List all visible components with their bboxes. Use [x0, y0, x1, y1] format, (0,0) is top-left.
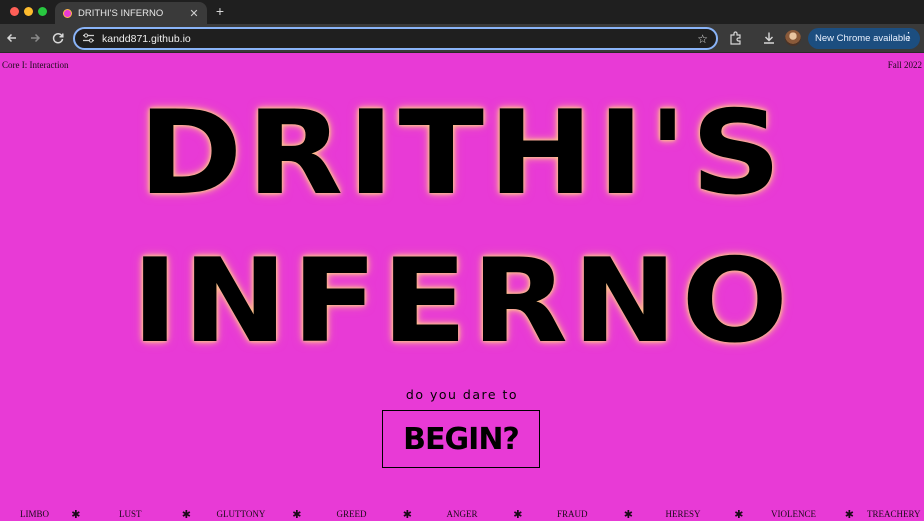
puzzle-icon [730, 31, 741, 45]
circle-link-violence[interactable]: VIOLENCE [771, 509, 816, 519]
separator-star-icon: ✱ [402, 509, 412, 521]
url-text[interactable]: kandd871.github.io [102, 33, 697, 45]
back-button[interactable] [4, 30, 20, 46]
reload-icon [52, 33, 64, 44]
arrow-right-icon [31, 33, 41, 43]
separator-star-icon: ✱ [844, 509, 854, 521]
course-label: Core I: Interaction [2, 60, 69, 70]
close-window-button[interactable] [10, 7, 19, 16]
circle-link-limbo[interactable]: LIMBO [20, 509, 49, 519]
tab-title: DRITHI'S INFERNO [78, 7, 164, 19]
circle-link-heresy[interactable]: HERESY [666, 509, 701, 519]
circle-link-fraud[interactable]: FRAUD [557, 509, 588, 519]
circle-link-anger[interactable]: ANGER [447, 509, 478, 519]
chrome-update-label: New Chrome available [815, 33, 911, 44]
separator-star-icon: ✱ [181, 509, 191, 521]
circles-nav: LIMBO ✱ LUST ✱ GLUTTONY ✱ GREED ✱ ANGER ✱ FRAUD ✱ HE… [0, 509, 924, 521]
separator-star-icon: ✱ [292, 509, 302, 521]
browser-tab[interactable]: DRITHI'S INFERNO ✕ [55, 2, 207, 24]
tune-icon[interactable] [83, 32, 94, 45]
page-content: Core I: Interaction Fall 2022 DRITHI'S I… [0, 54, 924, 521]
circle-link-treachery[interactable]: TREACHERY [867, 509, 921, 519]
address-bar[interactable]: kandd871.github.io ☆ [73, 27, 718, 50]
separator-star-icon: ✱ [71, 509, 81, 521]
dare-prompt: do you dare to [405, 387, 519, 402]
maximize-window-button[interactable] [38, 7, 47, 16]
term-label: Fall 2022 [887, 60, 922, 70]
chrome-update-button[interactable]: New Chrome available ⋮ [808, 28, 920, 49]
favicon-icon [63, 8, 72, 18]
profile-avatar[interactable] [785, 30, 801, 46]
hero-title-line-1: DRITHI'S [138, 86, 786, 221]
minimize-window-button[interactable] [24, 7, 33, 16]
bookmark-star-icon[interactable]: ☆ [697, 32, 708, 46]
separator-star-icon: ✱ [513, 509, 523, 521]
circle-link-greed[interactable]: GREED [337, 509, 367, 519]
reload-button[interactable] [50, 30, 66, 46]
begin-button[interactable]: BEGIN? [382, 410, 540, 468]
begin-button-label: BEGIN? [403, 421, 520, 457]
hero-title-line-2: INFERNO [131, 234, 793, 369]
download-icon [764, 32, 774, 44]
circle-link-gluttony[interactable]: GLUTTONY [217, 509, 266, 519]
more-menu-icon[interactable]: ⋮ [903, 30, 914, 43]
tab-strip: DRITHI'S INFERNO ✕ + [0, 0, 924, 24]
downloads-button[interactable] [761, 30, 777, 46]
circle-link-lust[interactable]: LUST [119, 509, 142, 519]
arrow-left-icon [6, 33, 16, 43]
new-tab-button[interactable]: + [213, 3, 227, 19]
separator-star-icon: ✱ [623, 509, 633, 521]
separator-star-icon: ✱ [734, 509, 744, 521]
extensions-button[interactable] [728, 30, 744, 46]
forward-button[interactable] [27, 30, 43, 46]
browser-toolbar: kandd871.github.io ☆ New Chrome availabl… [0, 24, 924, 53]
close-tab-icon[interactable]: ✕ [187, 7, 201, 20]
